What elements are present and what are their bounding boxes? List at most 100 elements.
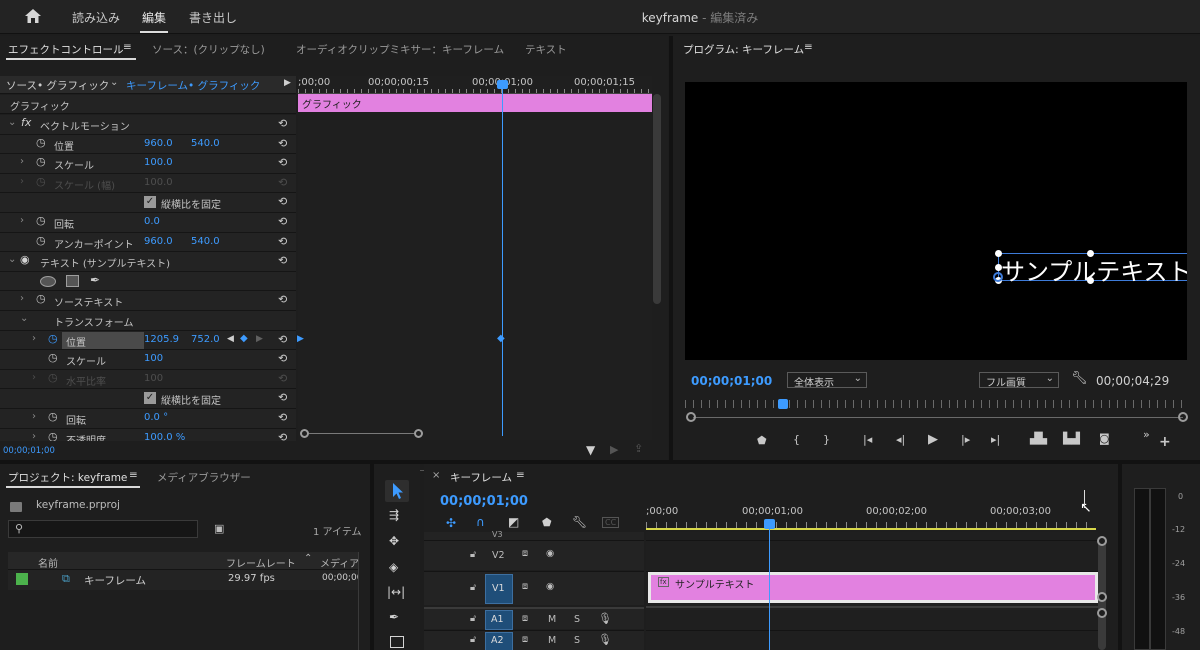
settings-wrench-icon[interactable]: 🔧︎ — [572, 515, 587, 529]
project-scrollbar[interactable] — [358, 552, 359, 650]
transform-position-y-value[interactable]: 752.0 — [191, 334, 220, 345]
track-select-tool[interactable]: ⇶ — [389, 508, 399, 522]
transform-rotation-value[interactable]: 0.0 ° — [144, 412, 168, 423]
ellipse-mask-icon[interactable] — [40, 275, 56, 287]
effect-clip-bar[interactable]: グラフィック — [298, 94, 652, 112]
timeline-playhead-handle[interactable] — [764, 519, 775, 529]
effect-playhead-line[interactable] — [502, 82, 503, 436]
panel-menu-icon[interactable]: ≡ — [804, 41, 813, 53]
add-button-icon[interactable]: + — [1159, 434, 1171, 450]
ripple-edit-tool[interactable]: ✥ — [389, 534, 399, 548]
lift-icon[interactable]: ▟▙ — [1030, 432, 1047, 445]
filter-icon[interactable]: ▼ — [586, 443, 595, 457]
label-color-swatch[interactable] — [16, 573, 28, 585]
search-input[interactable]: ⚲ — [8, 520, 198, 538]
rotation-value[interactable]: 0.0 — [144, 216, 160, 227]
track-name[interactable]: A2 — [491, 635, 504, 646]
work-area-bar[interactable] — [646, 528, 1096, 530]
position-y-value[interactable]: 540.0 — [191, 138, 220, 149]
anchor-x-value[interactable]: 960.0 — [144, 236, 173, 247]
effect-timeline-ruler[interactable]: ;00;00 00;00;00;15 00;00;01;00 00;00;01;… — [298, 76, 652, 94]
effect-playhead-handle[interactable] — [497, 80, 508, 89]
chevron-down-icon[interactable]: ⌄ — [20, 313, 28, 324]
lock-icon[interactable]: 🔓︎ — [470, 582, 476, 593]
chevron-down-icon[interactable]: ⌄ — [8, 117, 16, 128]
slip-tool[interactable]: |↔| — [387, 585, 405, 599]
reset-icon[interactable]: ⟲ — [278, 117, 287, 130]
tab-effect-controls[interactable]: エフェクトコントロール — [8, 42, 124, 57]
stopwatch-icon[interactable]: ◷ — [48, 351, 58, 364]
panel-menu-icon[interactable]: ≡ — [516, 469, 525, 481]
sync-lock-icon[interactable]: ⧈ — [522, 581, 528, 592]
scroll-handle[interactable] — [1097, 608, 1107, 618]
quality-select[interactable]: フル画質 ⌄ — [979, 372, 1059, 389]
anchor-point-icon[interactable] — [993, 272, 1003, 282]
timeline-clip[interactable]: fx サンプルテキスト — [648, 572, 1098, 603]
source-label[interactable]: ソース• グラフィック — [6, 78, 109, 93]
reset-icon[interactable]: ⟲ — [278, 215, 287, 228]
panel-menu-icon[interactable]: ≡ — [123, 41, 132, 53]
tab-export[interactable]: 書き出し — [189, 9, 237, 26]
effect-scrollbar[interactable] — [653, 94, 661, 304]
track-name[interactable]: V1 — [492, 583, 505, 594]
chevron-down-icon[interactable]: ⌄ — [8, 254, 16, 265]
extract-icon[interactable]: ▙▟ — [1063, 432, 1080, 445]
solo-button[interactable]: S — [574, 635, 580, 646]
mark-in-icon[interactable]: { — [793, 433, 800, 446]
bbox-handle[interactable] — [1087, 250, 1094, 257]
eye-icon[interactable]: ◉ — [546, 581, 554, 592]
stopwatch-icon[interactable]: ◷ — [36, 234, 46, 247]
tab-source[interactable]: ソース：(クリップなし) — [152, 42, 265, 57]
sync-lock-icon[interactable]: ⧈ — [522, 634, 528, 645]
solo-button[interactable]: S — [574, 614, 580, 625]
reset-icon[interactable]: ⟲ — [278, 333, 287, 346]
wrench-icon[interactable]: 🔧︎ — [1071, 371, 1088, 386]
timeline-current-time[interactable]: 00;00;01;00 — [440, 494, 528, 509]
program-monitor-title[interactable]: プログラム: キーフレーム — [683, 42, 804, 57]
scroll-handle[interactable] — [1097, 536, 1107, 546]
column-header-media[interactable]: メディア — [320, 555, 359, 570]
tab-audio-clip-mixer[interactable]: オーディオクリップミキサー：キーフレーム — [296, 42, 504, 57]
zoom-handle-right[interactable] — [1178, 412, 1188, 422]
reset-icon[interactable]: ⟲ — [278, 195, 287, 208]
play-audio-icon[interactable]: ▶ — [610, 443, 618, 456]
play-icon[interactable]: ▶ — [928, 432, 938, 447]
new-bin-icon[interactable]: ▣ — [214, 522, 224, 535]
timeline-tracks-area[interactable]: fx サンプルテキスト — [646, 532, 1098, 650]
keyframe-diamond[interactable]: ◆ — [497, 333, 505, 344]
eye-icon[interactable]: ◉ — [546, 548, 554, 559]
timeline-tab-title[interactable]: キーフレーム — [450, 470, 512, 485]
stopwatch-icon[interactable]: ◷ — [36, 155, 46, 168]
chevron-right-icon[interactable]: › — [20, 293, 24, 304]
stopwatch-active-icon[interactable]: ◷ — [48, 332, 58, 345]
zoom-handle-left[interactable] — [300, 429, 309, 438]
bbox-handle[interactable] — [995, 250, 1002, 257]
add-marker-icon[interactable]: ⬟ — [757, 434, 767, 447]
linked-selection-icon[interactable]: ◩ — [508, 515, 519, 529]
bbox-handle[interactable] — [1087, 277, 1094, 284]
close-icon[interactable]: × — [432, 470, 440, 481]
stopwatch-icon[interactable]: ◷ — [36, 214, 46, 227]
rectangle-tool[interactable] — [390, 636, 404, 648]
zoom-handle-left[interactable] — [686, 412, 696, 422]
timeline-ruler[interactable]: ;00;00 00;00;01;00 00;00;02;00 00;00;03;… — [646, 500, 1096, 532]
go-to-out-icon[interactable]: ▸| — [991, 433, 1000, 446]
mute-button[interactable]: M — [548, 635, 556, 646]
text-bounding-box[interactable]: サンプルテキスト — [993, 250, 1187, 286]
lock-icon[interactable]: 🔓︎ — [470, 549, 476, 560]
sequence-label[interactable]: キーフレーム• グラフィック — [126, 78, 260, 93]
camera-icon[interactable]: ◙ — [1099, 432, 1110, 445]
program-current-time[interactable]: 00;00;01;00 — [691, 374, 772, 388]
scroll-handle[interactable] — [1097, 592, 1107, 602]
stopwatch-icon[interactable]: ◷ — [48, 410, 58, 423]
export-icon[interactable]: ⇪ — [634, 442, 643, 455]
stopwatch-icon[interactable]: ◷ — [36, 292, 46, 305]
razor-tool[interactable]: ◈ — [389, 560, 398, 574]
column-header-fps[interactable]: フレームレート — [226, 555, 296, 570]
reset-icon[interactable]: ⟲ — [278, 431, 287, 441]
reset-icon[interactable]: ⟲ — [278, 411, 287, 424]
eye-icon[interactable]: ◉ — [20, 253, 30, 266]
prev-keyframe-icon[interactable]: ◀ — [227, 334, 234, 344]
program-viewport[interactable]: サンプルテキスト — [685, 82, 1187, 360]
program-scrubber[interactable] — [685, 400, 1187, 408]
